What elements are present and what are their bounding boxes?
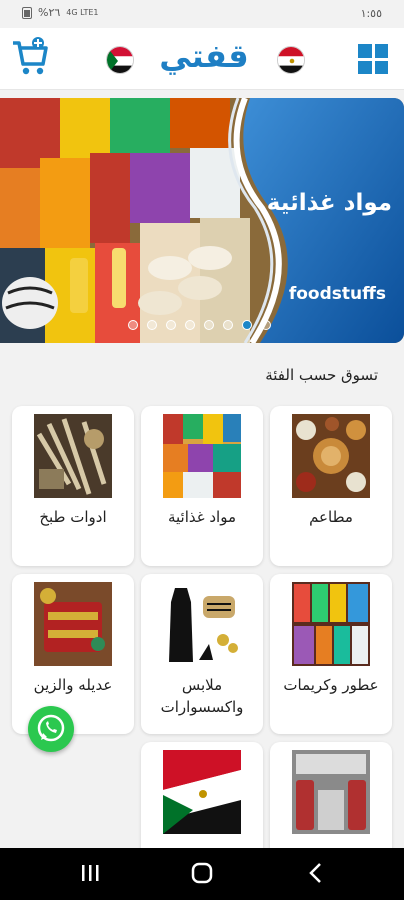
category-card-clothes-accessories[interactable]: ملابس واكسسوارات [141, 574, 263, 734]
banner-image [0, 98, 404, 343]
carousel-indicator [128, 320, 271, 330]
category-image [163, 750, 241, 834]
battery-icon [22, 6, 32, 19]
category-label: مطاعم [309, 508, 353, 526]
promo-banner[interactable]: مواد غذائية foodstuffs [0, 98, 404, 343]
category-image [292, 750, 370, 834]
carousel-dot[interactable] [204, 320, 214, 330]
battery-percent: %٢٦ [38, 6, 61, 19]
categories-heading: تسوق حسب الفئة [265, 366, 378, 384]
category-image [34, 414, 112, 498]
category-image [34, 582, 112, 666]
grid-menu-icon[interactable] [358, 44, 388, 74]
app-logo: قفتي [159, 37, 249, 75]
status-left: %٢٦ 4G LTE1 [22, 6, 99, 19]
category-image [292, 414, 370, 498]
carousel-dot[interactable] [147, 320, 157, 330]
app-header: قفتي [0, 28, 404, 90]
whatsapp-button[interactable] [28, 706, 74, 752]
carousel-dot-active[interactable] [242, 320, 252, 330]
sudan-flag-icon [106, 46, 134, 74]
category-label: عديله والزين [33, 676, 113, 694]
system-nav-bar [0, 848, 404, 900]
carousel-dot[interactable] [166, 320, 176, 330]
category-label: ملابس واكسسوارات [160, 676, 244, 716]
carousel-dot[interactable] [261, 320, 271, 330]
category-label: ادوات طبخ [39, 508, 107, 526]
egypt-flag-icon [277, 46, 305, 74]
status-time: ١:٥٥ [360, 7, 382, 20]
banner-title-en: foodstuffs [288, 284, 386, 304]
category-image [292, 582, 370, 666]
category-card-restaurants[interactable]: مطاعم [270, 406, 392, 566]
cart-icon[interactable] [10, 34, 50, 78]
back-icon[interactable] [296, 860, 336, 886]
category-label: مواد غذائية [167, 508, 237, 526]
category-card-foodstuffs[interactable]: مواد غذائية [141, 406, 263, 566]
category-image [163, 414, 241, 498]
status-bar: %٢٦ 4G LTE1 ١:٥٥ [0, 0, 404, 28]
category-card-perfumes[interactable]: عطور وكريمات [270, 574, 392, 734]
carousel-dot[interactable] [185, 320, 195, 330]
category-card-cooking-tools[interactable]: ادوات طبخ [12, 406, 134, 566]
carousel-dot[interactable] [223, 320, 233, 330]
recent-apps-icon[interactable] [70, 860, 110, 886]
home-icon[interactable] [182, 860, 222, 886]
category-label: عطور وكريمات [283, 676, 379, 694]
carousel-dot[interactable] [128, 320, 138, 330]
banner-title-ar: مواد غذائية [266, 190, 392, 216]
category-image [163, 582, 241, 666]
whatsapp-icon [37, 714, 65, 742]
network-indicator: 4G LTE1 [66, 7, 99, 17]
